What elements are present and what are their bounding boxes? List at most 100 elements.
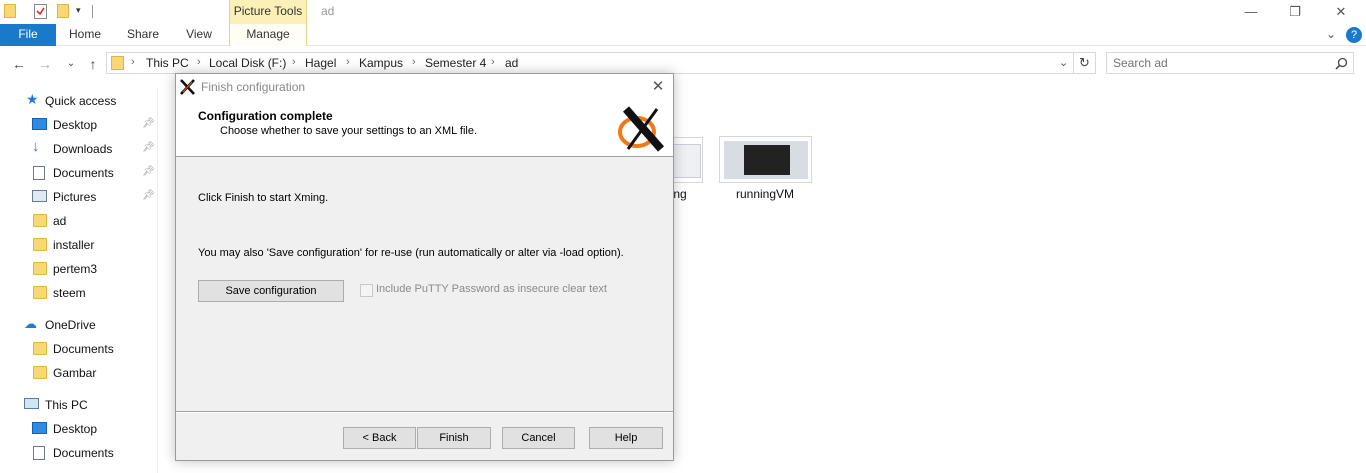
file-name-label[interactable]: runningVM [736,187,794,201]
sidebar-item-label: pertem3 [53,262,98,276]
sidebar-item-label: Downloads [53,142,113,156]
tab-file[interactable]: File [0,24,56,46]
sidebar-item-steem[interactable]: steem [0,282,158,304]
breadcrumb-this-pc[interactable]: This PC [146,56,189,70]
customize-toolbar-icon[interactable]: ▾ [76,5,81,16]
pin-icon[interactable]: 📌︎ [142,118,155,129]
refresh-icon[interactable]: ↻ [1074,52,1096,74]
sidebar-item-label: ad [53,214,67,228]
sidebar-item-label: Quick access [45,94,117,108]
sidebar-item-this-pc[interactable]: This PC [0,394,158,416]
breadcrumb-separator-icon[interactable]: › [346,56,350,68]
window-titlebar: ▾ Picture Tools ad — ❐ ✕ [0,0,1366,24]
finish-configuration-dialog: Finish configuration ✕ Configuration com… [175,73,674,461]
dialog-close-icon[interactable]: ✕ [646,77,670,97]
sidebar-item-downloads[interactable]: ↓ Downloads 📌︎ [0,138,158,160]
sidebar-item-onedrive-documents[interactable]: Documents [0,338,158,360]
desktop-icon [32,422,47,434]
tab-manage[interactable]: Manage [229,24,307,46]
help-button[interactable]: ? [1346,27,1362,43]
breadcrumb-separator-icon[interactable]: › [131,56,135,68]
picture-tools-context-tab: Picture Tools [229,0,307,24]
include-putty-password-checkbox[interactable] [360,284,373,297]
breadcrumb-separator-icon[interactable]: › [491,56,495,68]
save-configuration-button[interactable]: Save configuration [198,280,344,302]
thumbnail-preview [671,144,701,178]
sidebar-item-pc-documents[interactable]: Documents [0,442,158,464]
pin-icon[interactable]: 📌︎ [142,190,155,201]
search-box[interactable] [1106,52,1354,74]
star-icon: ★ [26,91,39,107]
folder-icon [33,214,47,227]
breadcrumb-semester-4[interactable]: Semester 4 [425,56,486,70]
sidebar-item-label: installer [53,238,95,252]
dialog-titlebar: Finish configuration ✕ [176,74,673,100]
tab-home[interactable]: Home [62,24,108,46]
search-icon[interactable] [1335,57,1348,70]
dialog-button-separator [176,411,673,412]
dialog-header: Configuration complete Choose whether to… [176,100,673,157]
sidebar-item-label: Desktop [53,422,98,436]
finish-button[interactable]: Finish [417,427,491,449]
pictures-icon [32,190,47,202]
pin-icon[interactable]: 📌︎ [142,142,155,153]
breadcrumb-separator-icon[interactable]: › [197,56,201,68]
expand-ribbon-button[interactable]: ⌄ [1322,24,1340,46]
sidebar-item-label: Documents [53,166,114,180]
breadcrumb-local-disk[interactable]: Local Disk (F:) [209,56,286,70]
sidebar-item-onedrive[interactable]: ☁ OneDrive [0,314,158,336]
download-icon: ↓ [32,138,40,155]
properties-icon[interactable] [34,4,47,19]
forward-arrow-icon[interactable]: → [36,54,54,74]
thumbnail-terminal [744,145,790,175]
tab-view[interactable]: View [176,24,222,46]
restore-button[interactable]: ❐ [1272,2,1318,22]
search-input[interactable] [1113,55,1323,71]
sidebar-item-documents[interactable]: Documents 📌︎ [0,162,158,184]
up-arrow-icon[interactable]: ↑ [84,54,102,74]
pin-icon[interactable]: 📌︎ [142,166,155,177]
minimize-button[interactable]: — [1228,2,1274,22]
breadcrumb-separator-icon[interactable]: › [292,56,296,68]
sidebar-item-ad[interactable]: ad [0,210,158,232]
sidebar-item-gambar[interactable]: Gambar [0,362,158,384]
folder-icon [111,56,124,70]
sidebar-item-label: Desktop [53,118,98,132]
sidebar-item-label: Documents [53,446,114,460]
navigation-pane: ★ Quick access Desktop 📌︎ ↓ Downloads 📌︎… [0,88,158,473]
folder-icon [4,4,16,18]
sidebar-item-label: Pictures [53,190,97,204]
computer-icon [24,398,39,409]
new-folder-icon[interactable] [57,4,69,18]
help-button[interactable]: Help [589,427,663,449]
xming-logo-icon [618,106,665,152]
sidebar-item-installer[interactable]: installer [0,234,158,256]
sidebar-item-quick-access[interactable]: ★ Quick access [0,90,158,112]
breadcrumb-hagel[interactable]: Hagel [305,56,336,70]
address-history-chevron-icon[interactable]: ⌄ [1059,56,1068,69]
address-bar[interactable]: › This PC › Local Disk (F:) › Hagel › Ka… [106,52,1074,74]
tab-share[interactable]: Share [120,24,166,46]
back-arrow-icon[interactable]: ← [10,54,28,74]
close-button[interactable]: ✕ [1318,2,1364,22]
xming-x-icon [180,79,195,95]
sidebar-item-desktop[interactable]: Desktop 📌︎ [0,114,158,136]
breadcrumb-separator-icon[interactable]: › [412,56,416,68]
cloud-icon: ☁ [24,316,37,331]
save-instruction-text: You may also 'Save configuration' for re… [198,247,624,259]
back-button[interactable]: < Back [343,427,416,449]
sidebar-item-label: This PC [45,398,88,412]
sidebar-item-label: OneDrive [45,318,96,332]
sidebar-item-pc-desktop[interactable]: Desktop [0,418,158,440]
cancel-button[interactable]: Cancel [502,427,575,449]
dialog-title: Finish configuration [201,80,306,94]
file-thumbnail-runningvm[interactable] [719,136,812,183]
titlebar-divider [92,5,93,18]
sidebar-item-pictures[interactable]: Pictures 📌︎ [0,186,158,208]
breadcrumb-ad[interactable]: ad [505,56,518,70]
folder-icon [33,262,47,275]
recent-locations-chevron-icon[interactable]: ⌄ [62,54,80,74]
breadcrumb-kampus[interactable]: Kampus [359,56,403,70]
dialog-subheading: Choose whether to save your settings to … [220,125,478,137]
sidebar-item-pertem3[interactable]: pertem3 [0,258,158,280]
